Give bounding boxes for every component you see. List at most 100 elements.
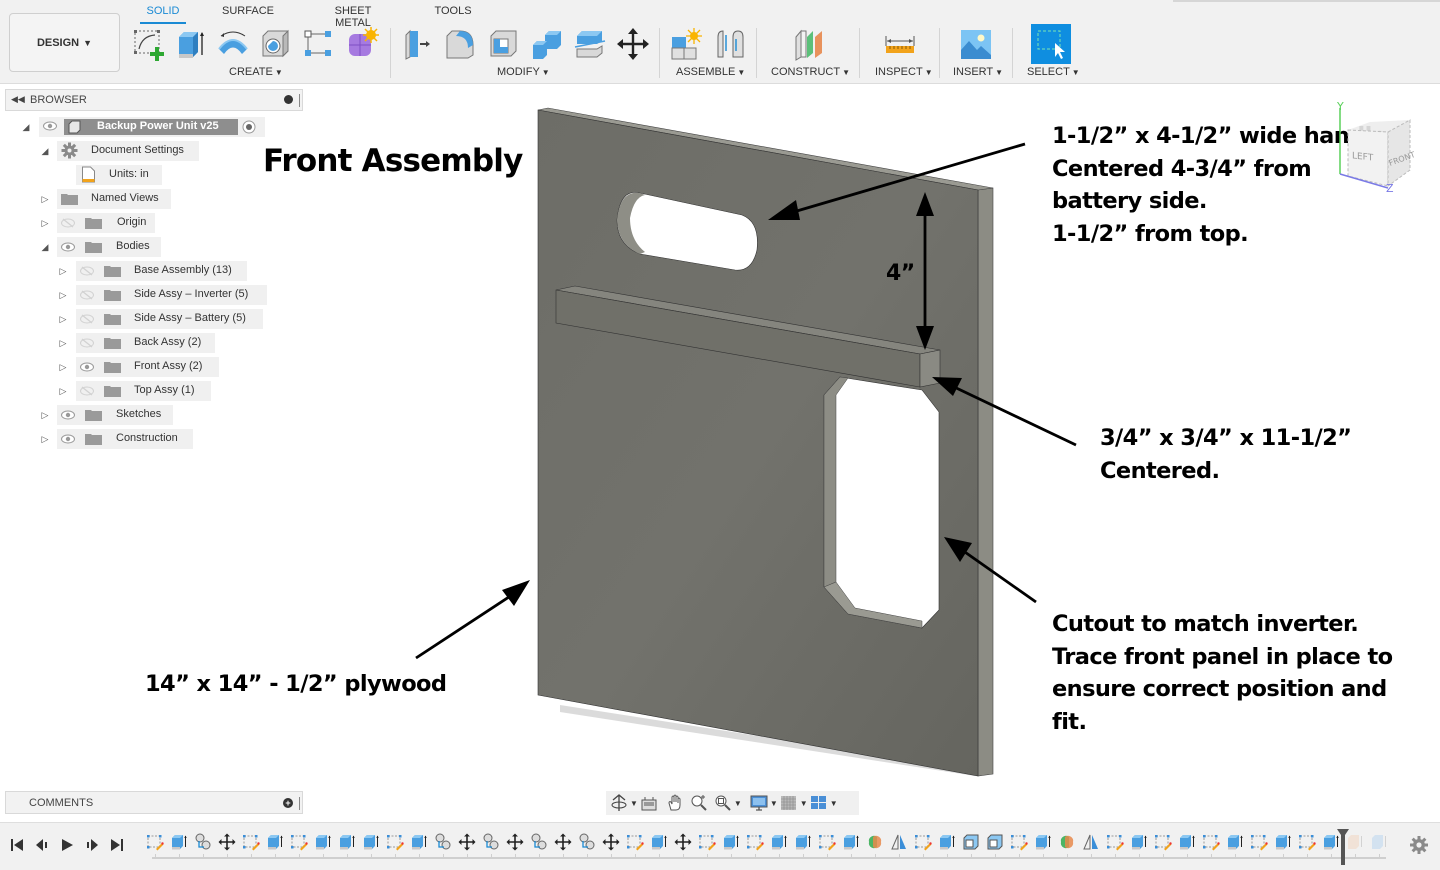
inspect-menu[interactable]: INSPECT ▼ xyxy=(875,66,933,78)
split-body-button[interactable] xyxy=(572,26,608,62)
collapsed-arrow-icon[interactable]: ▷ xyxy=(58,361,68,373)
timeline-feature-sketch[interactable] xyxy=(698,833,716,851)
collapsed-arrow-icon[interactable]: ▷ xyxy=(58,313,68,325)
eye-visible-icon[interactable] xyxy=(61,242,75,255)
tree-node[interactable]: Side Assy – Battery (5) xyxy=(76,309,263,329)
timeline-feature-sketch[interactable] xyxy=(1250,833,1268,851)
timeline-feature-sketch[interactable] xyxy=(914,833,932,851)
panel-resize-handle[interactable] xyxy=(299,94,300,107)
timeline-feature-mirror[interactable] xyxy=(1082,833,1100,851)
eye-hidden-icon[interactable] xyxy=(80,290,94,303)
rail-end-face[interactable] xyxy=(919,349,941,388)
move-copy-button[interactable] xyxy=(615,26,651,62)
expanded-arrow-icon[interactable]: ◢ xyxy=(40,241,50,253)
construct-menu[interactable]: CONSTRUCT ▼ xyxy=(771,66,850,78)
assemble-menu[interactable]: ASSEMBLE ▼ xyxy=(676,66,745,78)
tab-surface[interactable]: SURFACE xyxy=(222,5,274,21)
look-at-button[interactable] xyxy=(640,793,658,813)
extrude-button[interactable] xyxy=(173,26,209,62)
timeline-feature-extrude[interactable] xyxy=(1178,833,1196,851)
eye-visible-icon[interactable] xyxy=(43,121,57,134)
timeline-feature-extrude[interactable] xyxy=(314,833,332,851)
timeline-last-button[interactable] xyxy=(108,836,126,854)
collapsed-arrow-icon[interactable]: ▷ xyxy=(40,409,50,421)
create-menu[interactable]: CREATE ▼ xyxy=(229,66,283,78)
panel-resize-handle[interactable] xyxy=(299,797,300,810)
select-menu[interactable]: SELECT ▼ xyxy=(1027,66,1080,78)
fit-button[interactable] xyxy=(714,793,732,813)
timeline-feature-extrude[interactable] xyxy=(1274,833,1292,851)
collapsed-arrow-icon[interactable]: ▷ xyxy=(58,289,68,301)
tab-tools[interactable]: TOOLS xyxy=(434,5,472,21)
timeline-feature-move[interactable] xyxy=(554,833,572,851)
tab-solid[interactable]: SOLID xyxy=(140,5,186,24)
timeline-feature-shell[interactable] xyxy=(986,833,1004,851)
timeline-feature-extrude[interactable] xyxy=(770,833,788,851)
tree-node[interactable]: Base Assembly (13) xyxy=(76,261,247,281)
tree-node[interactable]: Document Settings xyxy=(57,141,199,161)
timeline-feature-extrude[interactable] xyxy=(338,833,356,851)
measure-button[interactable] xyxy=(882,26,918,62)
modify-menu[interactable]: MODIFY ▼ xyxy=(497,66,550,78)
front-panel-body[interactable] xyxy=(537,109,979,777)
timeline-previous-button[interactable] xyxy=(33,836,51,854)
timeline-feature-extrude[interactable] xyxy=(266,833,284,851)
grid-snap-button[interactable] xyxy=(780,793,798,813)
insert-image-button[interactable] xyxy=(958,26,994,62)
tree-node[interactable]: Backup Power Unit v25 xyxy=(39,117,265,137)
timeline-feature-extrude[interactable] xyxy=(794,833,812,851)
timeline-feature-extrude[interactable] xyxy=(170,833,188,851)
timeline-feature-joint[interactable] xyxy=(434,833,452,851)
timeline-feature-mirror[interactable] xyxy=(890,833,908,851)
add-comment-icon[interactable]: + xyxy=(283,798,293,808)
timeline-feature-shell[interactable] xyxy=(962,833,980,851)
timeline-feature-sketch[interactable] xyxy=(290,833,308,851)
zoom-button[interactable] xyxy=(690,793,708,813)
timeline-feature-sketch[interactable] xyxy=(1010,833,1028,851)
orbit-button[interactable] xyxy=(610,793,628,813)
timeline-feature-extrude[interactable] xyxy=(938,833,956,851)
tree-node[interactable]: Top Assy (1) xyxy=(76,381,211,401)
tab-sheet-metal[interactable]: SHEET METAL xyxy=(316,5,390,29)
timeline-feature-sketch[interactable] xyxy=(242,833,260,851)
timeline-feature-joint[interactable] xyxy=(578,833,596,851)
eye-hidden-icon[interactable] xyxy=(61,218,75,231)
timeline-feature-move[interactable] xyxy=(674,833,692,851)
insert-menu[interactable]: INSERT ▼ xyxy=(953,66,1003,78)
timeline-feature-extrude[interactable] xyxy=(1034,833,1052,851)
timeline-feature-sketch[interactable] xyxy=(1154,833,1172,851)
timeline-feature-sketch[interactable] xyxy=(746,833,764,851)
display-dropdown[interactable]: ▼ xyxy=(770,793,778,813)
timeline-feature-sketch[interactable] xyxy=(1106,833,1124,851)
timeline-feature-extrude-suppressed[interactable] xyxy=(1370,833,1388,851)
offset-plane-button[interactable] xyxy=(791,26,827,62)
timeline-first-button[interactable] xyxy=(8,836,26,854)
collapsed-arrow-icon[interactable]: ▷ xyxy=(40,193,50,205)
eye-hidden-icon[interactable] xyxy=(80,314,94,327)
eye-visible-icon[interactable] xyxy=(80,362,94,375)
timeline-settings-button[interactable] xyxy=(1409,835,1429,855)
timeline-feature-extrude[interactable] xyxy=(1130,833,1148,851)
new-component-button[interactable] xyxy=(668,26,704,62)
pan-button[interactable] xyxy=(666,793,684,813)
timeline-feature-joint[interactable] xyxy=(530,833,548,851)
expanded-arrow-icon[interactable]: ◢ xyxy=(40,145,50,157)
tree-node[interactable]: Construction xyxy=(57,429,193,449)
tree-node[interactable]: Back Assy (2) xyxy=(76,333,215,353)
collapsed-arrow-icon[interactable]: ▷ xyxy=(40,433,50,445)
collapsed-arrow-icon[interactable]: ▷ xyxy=(40,217,50,229)
tree-node[interactable]: Sketches xyxy=(57,405,173,425)
press-pull-button[interactable] xyxy=(400,26,436,62)
viewcube[interactable]: Y Z LEFT FRONT xyxy=(1330,100,1430,195)
timeline-feature-joint[interactable] xyxy=(482,833,500,851)
collapse-panel-icon[interactable]: ◀◀ xyxy=(11,94,25,105)
combine-button[interactable] xyxy=(529,26,565,62)
timeline-feature-extrude[interactable] xyxy=(842,833,860,851)
fit-dropdown[interactable]: ▼ xyxy=(734,793,742,813)
eye-hidden-icon[interactable] xyxy=(80,266,94,279)
timeline-feature-combine[interactable] xyxy=(866,833,884,851)
fillet-button[interactable] xyxy=(443,26,479,62)
timeline-feature-extrude[interactable] xyxy=(410,833,428,851)
timeline-feature-joint[interactable] xyxy=(194,833,212,851)
timeline-feature-extrude[interactable] xyxy=(650,833,668,851)
